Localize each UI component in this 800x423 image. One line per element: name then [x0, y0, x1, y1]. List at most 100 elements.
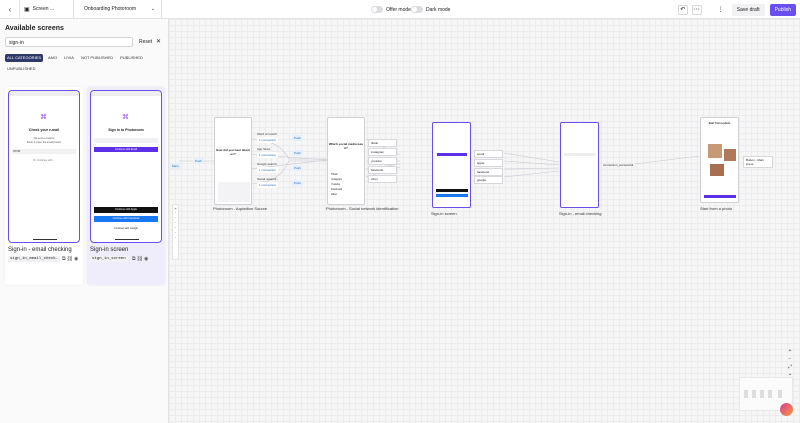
vertical-toolbar[interactable]: ⌄ · · · · · · — [172, 204, 179, 260]
offer-mode-toggle[interactable] — [371, 6, 383, 13]
acquisition-node[interactable]: How did you hear about us? — [214, 117, 252, 205]
screen-selector[interactable]: ▣ Screen ... — [19, 0, 74, 19]
card-name: Sign-in - email checking — [8, 247, 72, 253]
home-indicator — [33, 239, 57, 240]
chip-livia[interactable]: LIVIA — [62, 54, 76, 62]
social-label: Photoroom - Social network identificatio… — [326, 206, 399, 211]
phone-text: We sent a email to — [33, 137, 55, 140]
signin-node[interactable] — [432, 122, 471, 208]
more-horizontal-icon[interactable]: ⋯ — [691, 4, 702, 15]
dark-mode-label: Dark mode — [426, 6, 451, 13]
copy-icon[interactable]: ⧉ — [62, 256, 66, 262]
screen-card-email-checking[interactable]: ⌘ Check your e-mail We sent a email to E… — [5, 87, 83, 285]
opt-google-search: Google search — [257, 162, 277, 166]
social-opt-youtube: youtube — [368, 157, 397, 165]
signin-opt-apple: apple — [474, 159, 503, 167]
card-code: sign_in_screen — [90, 256, 128, 262]
email-field — [94, 138, 158, 143]
search-input[interactable]: sign-in — [5, 37, 133, 47]
acquisition-question: How did you hear about us? — [215, 148, 250, 156]
publish-button[interactable]: Publish — [769, 3, 796, 16]
status-bar — [91, 91, 161, 96]
help-fab-icon[interactable] — [780, 403, 793, 416]
start-photo-node[interactable]: Start from a photo — [700, 117, 739, 203]
start-photo-button — [704, 195, 736, 198]
email-check-preview-field — [564, 153, 596, 156]
save-draft-button[interactable]: Save draft — [731, 3, 765, 16]
phone-title: Sign in to Photoroom — [108, 128, 144, 132]
opt-word-of-mouth-count: 1 connection — [257, 137, 279, 143]
chip-all-categories[interactable]: ALL CATEGORIES — [5, 54, 44, 62]
eye-icon[interactable]: ◉ — [74, 256, 78, 262]
zoom-out-icon[interactable]: − — [786, 356, 794, 362]
undo-icon[interactable]: ↶ — [677, 4, 688, 15]
social-node[interactable]: Which social media was it? Tiktok Instag… — [327, 117, 365, 205]
fit-view-icon[interactable]: ⤢ — [786, 364, 794, 370]
start-photo-side-button: Button - Main press — [743, 156, 773, 168]
start-photo-label: Start from a photo — [700, 206, 733, 211]
chip-published[interactable]: PUBLISHED — [118, 54, 145, 62]
phone-apple-button: Continue with Apple — [94, 207, 158, 213]
signin-opt-facebook: facebook — [474, 168, 503, 176]
more-vertical-icon[interactable]: ⋮ — [715, 4, 726, 15]
dark-mode-toggle[interactable] — [411, 6, 423, 13]
copy-icon[interactable]: ⧉ — [132, 256, 136, 262]
zoom-in-icon[interactable]: + — [786, 348, 794, 354]
photo-thumb — [724, 149, 736, 161]
push-pill-3: Push — [292, 165, 303, 171]
opt-google-search-count: 1 connection — [257, 167, 279, 173]
phone-preview: ⌘ Sign in to Photoroom Continue with Ema… — [90, 90, 162, 243]
email-check-node[interactable] — [560, 122, 599, 208]
flow-selector[interactable]: Onboarding Photoroom ⌄ — [78, 0, 162, 19]
reset-button[interactable]: Reset — [139, 39, 152, 45]
main-pill: Main — [170, 163, 181, 169]
link-icon[interactable]: ⛓ — [67, 256, 73, 262]
top-bar: ‹ ▣ Screen ... Onboarding Photoroom ⌄ Of… — [0, 0, 800, 19]
chip-not-published[interactable]: NOT PUBLISHED — [79, 54, 115, 62]
phone-email-button: Continue with Email — [94, 147, 158, 152]
back-chevron-icon[interactable]: ‹ — [4, 3, 16, 15]
card-actions: ⧉ ⛓ ◉ — [132, 256, 148, 262]
chevron-down-icon: ⌄ — [150, 6, 155, 12]
phone-text-2: Enter it (open the email) below — [27, 141, 61, 144]
acquisition-options-preview — [218, 182, 250, 202]
flow-canvas[interactable]: ⌄ · · · · · · Main Push How did you hear about… — [169, 19, 800, 423]
logo-icon: ⌘ — [40, 114, 47, 121]
signin-opt-email: email — [474, 150, 503, 158]
push-pill-left: Push — [193, 158, 204, 164]
phone-facebook-button: Continue with Facebook — [94, 216, 158, 222]
logo-icon: ⌘ — [122, 114, 129, 121]
home-indicator — [115, 239, 139, 240]
code-field: OTCB — [12, 149, 76, 154]
social-opt-instagram: instagram — [368, 148, 397, 156]
opt-social-network: Social network — [257, 177, 277, 181]
opt-social-network-count: 1 connection — [257, 182, 279, 188]
signin-preview-apple — [436, 189, 468, 192]
top-bar-left: ‹ ▣ Screen ... Onboarding Photoroom ⌄ — [0, 0, 162, 19]
chip-unpublished[interactable]: UNPUBLISHED — [5, 65, 37, 73]
card-code: sign_in_email_check… — [8, 256, 61, 262]
email-check-label: Sign-in - email checking — [559, 211, 602, 216]
top-bar-right: ↶ ⋯ ⋮ Save draft Publish — [677, 0, 800, 19]
chip-amo[interactable]: AMO — [46, 54, 59, 62]
push-pill-2: Push — [292, 150, 303, 156]
link-icon[interactable]: ⛓ — [137, 256, 143, 262]
connector-lines — [179, 138, 700, 185]
category-filters: ALL CATEGORIES AMO LIVIA NOT PUBLISHED P… — [5, 54, 165, 73]
sidebar-title: Available screens — [5, 25, 64, 32]
eye-icon[interactable]: ◉ — [144, 256, 148, 262]
offer-mode-label: Offer mode — [386, 6, 411, 13]
status-bar — [9, 91, 79, 96]
screen-card-sign-in[interactable]: ⌘ Sign in to Photoroom Continue with Ema… — [87, 87, 165, 285]
signin-opt-google: google — [474, 176, 503, 184]
screen-selector-label: Screen ... — [32, 6, 55, 12]
push-pill-1: Push — [292, 135, 303, 141]
close-icon[interactable]: ✕ — [156, 38, 161, 45]
dark-mode-group: Dark mode — [411, 6, 450, 13]
start-photo-title: Start from a photo — [708, 122, 731, 125]
phone-preview: ⌘ Check your e-mail We sent a email to E… — [8, 90, 80, 243]
acquisition-label: Photoroom - Aquisition Source — [213, 206, 268, 211]
phone-google-button: Continue with Google — [94, 226, 158, 232]
social-opt-other: other — [368, 175, 397, 183]
opt-word-of-mouth: Word of mouth — [257, 132, 277, 136]
